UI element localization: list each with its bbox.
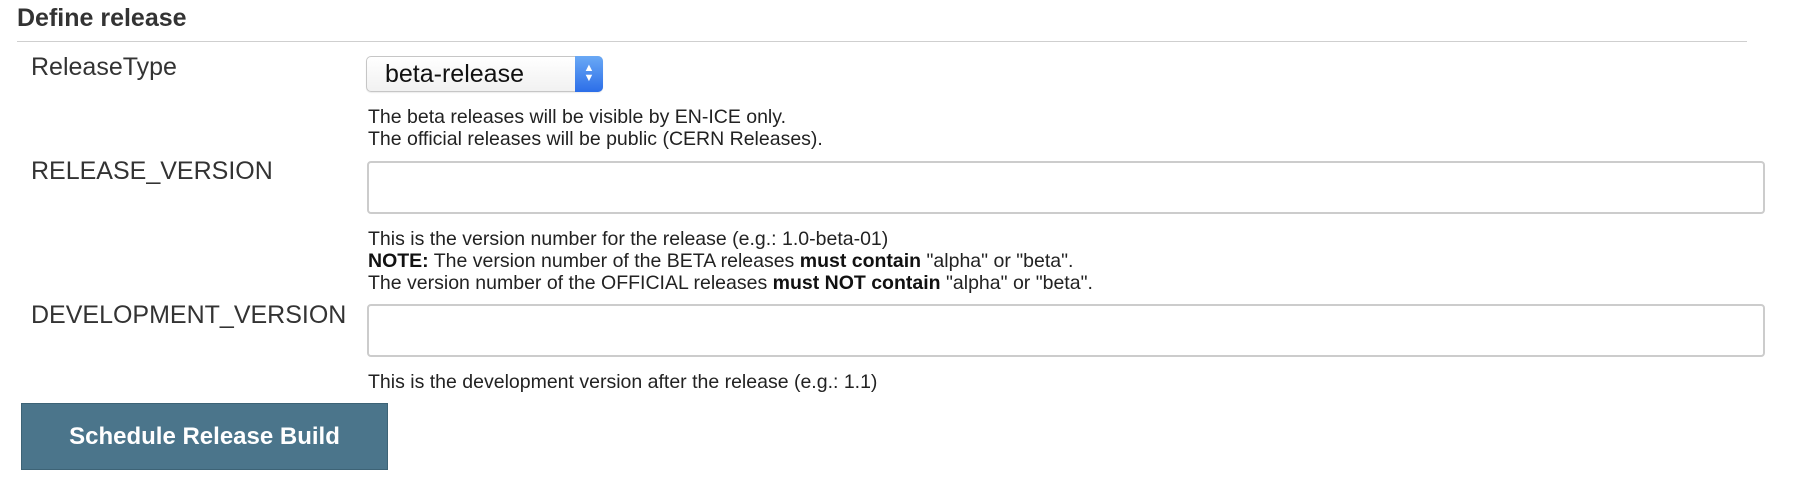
release-version-input[interactable] [367, 161, 1765, 214]
release-type-help-line2: The official releases will be public (CE… [368, 128, 823, 150]
note-prefix: NOTE: [368, 250, 429, 272]
release-type-help-line1: The beta releases will be visible by EN-… [368, 106, 786, 128]
development-version-help: This is the development version after th… [368, 371, 878, 393]
release-type-selected-value: beta-release [385, 60, 524, 88]
note-text1: The version number of the BETA releases [428, 250, 800, 272]
release-type-label: ReleaseType [31, 53, 177, 81]
note-text2: "alpha" or "beta". [921, 250, 1074, 272]
section-title: Define release [17, 4, 187, 32]
official-text1: The version number of the OFFICIAL relea… [368, 272, 773, 294]
official-bold: must NOT contain [772, 272, 941, 294]
section-divider [17, 41, 1747, 42]
release-version-help-line1: This is the version number for the relea… [368, 228, 889, 250]
development-version-label: DEVELOPMENT_VERSION [31, 301, 347, 329]
release-version-help: This is the version number for the relea… [368, 228, 1093, 294]
note-bold1: must contain [799, 250, 922, 272]
release-type-select[interactable]: beta-release ▲ ▼ [366, 56, 603, 92]
chevron-up-down-icon[interactable]: ▲ ▼ [575, 56, 603, 92]
schedule-release-build-button[interactable]: Schedule Release Build [21, 403, 388, 470]
release-type-help: The beta releases will be visible by EN-… [368, 106, 823, 150]
release-version-official-note: The version number of the OFFICIAL relea… [368, 272, 1093, 294]
release-version-note: NOTE: The version number of the BETA rel… [368, 250, 1093, 272]
development-version-input[interactable] [367, 304, 1765, 357]
official-text2: "alpha" or "beta". [940, 272, 1093, 294]
release-version-label: RELEASE_VERSION [31, 157, 273, 185]
